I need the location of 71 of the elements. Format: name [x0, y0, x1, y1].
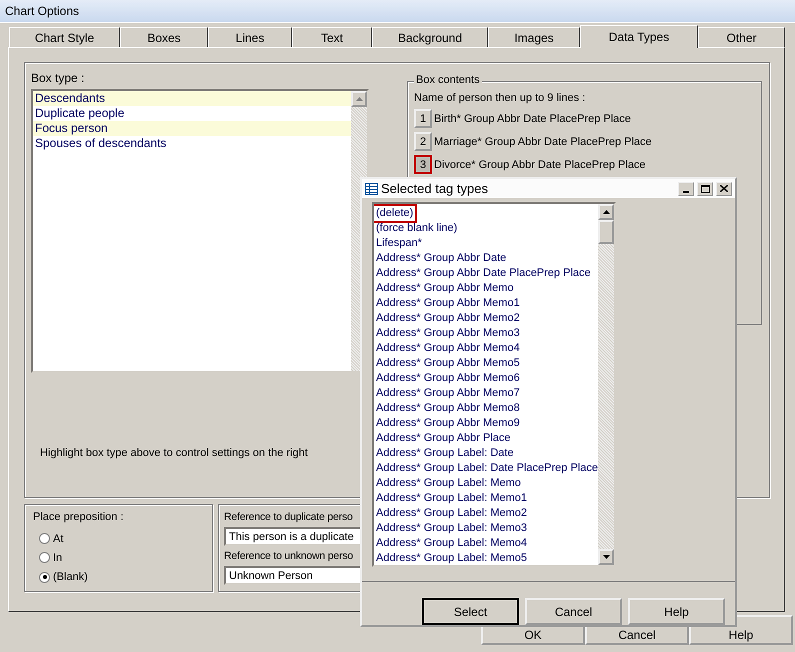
tag-type-list[interactable] — [372, 202, 616, 567]
list-item[interactable]: Lifespan* — [374, 236, 424, 252]
list-item[interactable]: Address* Group Abbr Memo1 — [374, 296, 522, 312]
list-item[interactable]: Address* Group Abbr Memo9 — [374, 416, 522, 432]
tab[interactable]: Lines — [208, 27, 292, 47]
up-arrow-icon — [356, 97, 362, 101]
list-item[interactable]: Address* Group Abbr Memo3 — [374, 326, 522, 342]
group-title: Box contents — [414, 74, 482, 86]
list-item[interactable]: Focus person — [33, 121, 351, 136]
field-label: Reference to unknown perso — [224, 550, 354, 562]
box-type-list[interactable]: Descendants Duplicate people Focus person Spouses of descendants — [31, 89, 369, 373]
maximize-icon — [700, 184, 710, 193]
tab[interactable]: Boxes — [120, 27, 208, 47]
list-item[interactable]: Address* Group Abbr Date PlacePrep Place — [374, 266, 593, 282]
list-item[interactable]: Address* Group Abbr Memo6 — [374, 371, 522, 386]
minimize-icon — [683, 190, 689, 193]
close-button[interactable] — [716, 182, 732, 196]
line-text: Divorce* Group Abbr Date PlacePrep Place — [434, 158, 646, 170]
scroll-down-button[interactable] — [598, 549, 614, 565]
list-item[interactable]: Address* Group Abbr Memo8 — [374, 401, 522, 416]
field-label: Reference to duplicate perso — [224, 511, 353, 523]
table-icon — [365, 182, 378, 195]
line-number-button[interactable]: 2 — [414, 132, 432, 151]
list-item[interactable]: Address* Group Label: Memo1 — [374, 491, 530, 506]
group-label: Place preposition : — [33, 511, 124, 523]
down-arrow-icon — [602, 555, 610, 559]
tab[interactable]: Background — [372, 27, 488, 47]
line-text: Marriage* Group Abbr Date PlacePrep Place — [434, 136, 652, 148]
list-item[interactable]: (delete) — [374, 206, 416, 222]
box-type-label: Box type : — [31, 71, 86, 85]
list-item[interactable]: (force blank line) — [374, 221, 460, 236]
hint-text: Highlight box type above to control settings on the right — [40, 447, 308, 459]
minimize-button[interactable] — [678, 182, 694, 196]
radio-label: (Blank) — [53, 571, 88, 584]
line-text: Birth* Group Abbr Date PlacePrep Place — [434, 112, 631, 124]
list-item[interactable]: Address* Group Label: Memo5 — [374, 551, 530, 565]
radio-label: At — [53, 532, 64, 545]
radio-label: In — [53, 552, 62, 564]
list-item[interactable]: Address* Group Abbr Memo5 — [374, 356, 522, 372]
list-item[interactable]: Address* Group Abbr Memo4 — [374, 341, 522, 356]
popup-title: Selected tag types — [381, 181, 489, 196]
tab[interactable]: Text — [292, 27, 372, 47]
radio-button[interactable] — [39, 572, 50, 583]
popup-button[interactable]: Select — [422, 598, 519, 625]
scroll-thumb[interactable] — [598, 220, 614, 244]
tab[interactable]: Other — [698, 27, 785, 47]
list-item[interactable]: Address* Group Label: Memo — [374, 476, 523, 492]
list-item[interactable]: Address* Group Label: Date PlacePrep Place — [374, 461, 598, 476]
line-number-button[interactable]: 3 — [414, 155, 432, 174]
line-number-button[interactable]: 1 — [414, 109, 432, 128]
list-item[interactable]: Descendants — [33, 91, 351, 106]
list-item[interactable]: Address* Group Abbr Memo2 — [374, 311, 522, 326]
instruction-text: Name of person then up to 9 lines : — [414, 92, 586, 104]
scroll-up-button[interactable] — [598, 204, 614, 220]
up-arrow-icon — [602, 210, 610, 214]
popup-button[interactable]: Cancel — [525, 598, 622, 625]
tab[interactable]: Chart Style — [9, 27, 120, 47]
popup-button[interactable]: Help — [628, 598, 725, 625]
tab[interactable]: Data Types — [580, 25, 698, 48]
list-item[interactable]: Address* Group Abbr Date — [374, 251, 508, 266]
close-icon — [720, 185, 728, 192]
list-item[interactable]: Address* Group Label: Date — [374, 446, 516, 462]
tab[interactable]: Images — [488, 27, 580, 47]
maximize-button[interactable] — [697, 182, 713, 196]
list-item[interactable]: Address* Group Abbr Memo7 — [374, 386, 522, 402]
radio-button[interactable] — [39, 552, 50, 564]
list-item[interactable]: Address* Group Abbr Place — [374, 431, 513, 446]
list-item[interactable]: Address* Group Abbr Memo — [374, 281, 516, 296]
window-title: Chart Options — [5, 4, 80, 18]
radio-button[interactable] — [39, 533, 50, 544]
list-item[interactable]: Address* Group Label: Memo2 — [374, 506, 530, 522]
